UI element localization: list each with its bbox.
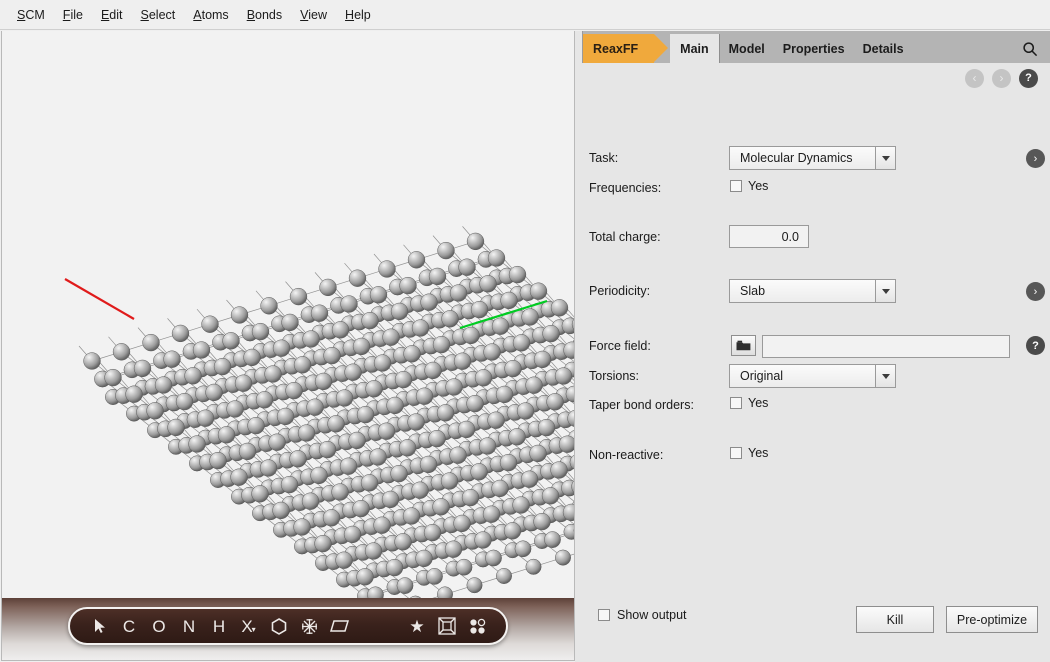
nav-back-button[interactable]: ‹ [965, 69, 984, 88]
periodicity-chevron-down-icon[interactable] [875, 280, 895, 302]
menu-item-view[interactable]: View [291, 5, 336, 25]
tab-model-label: Model [729, 42, 765, 56]
select-tool-icon[interactable] [84, 611, 114, 641]
non-reactive-checkbox[interactable]: Yes [730, 446, 768, 460]
hydrogen-tool-icon[interactable]: H [204, 611, 234, 641]
search-icon[interactable] [1010, 34, 1050, 63]
crystal-tool-icon[interactable] [294, 611, 324, 641]
atoms-view-tool-icon[interactable] [462, 611, 492, 641]
task-select[interactable]: Molecular Dynamics [729, 146, 896, 170]
favorite-tool-icon[interactable]: ★ [402, 611, 432, 641]
main-form: Task: Molecular Dynamics › Frequencies: … [578, 93, 1050, 618]
non-reactive-checkbox-label: Yes [748, 446, 768, 460]
oxygen-tool-icon[interactable]: O [144, 611, 174, 641]
taper-bond-orders-checkbox[interactable]: Yes [730, 396, 768, 410]
molecule-viewer[interactable]: Al576 C O N H X▾ [1, 31, 575, 661]
tab-properties-label: Properties [783, 42, 845, 56]
box-tool-icon[interactable] [432, 611, 462, 641]
menu-item-atoms[interactable]: Atoms [184, 5, 237, 25]
carbon-tool-icon[interactable]: C [114, 611, 144, 641]
periodicity-label: Periodicity: [589, 284, 650, 298]
show-output-checkbox-box[interactable] [598, 609, 610, 621]
task-value: Molecular Dynamics [730, 147, 875, 169]
menu-item-file[interactable]: File [54, 5, 92, 25]
panel-nav-bar: ‹ › ? [578, 63, 1050, 93]
tab-model[interactable]: Model [719, 34, 774, 63]
taper-bond-orders-checkbox-label: Yes [748, 396, 768, 410]
panel-footer: Show output Kill Pre-optimize [578, 588, 1050, 662]
task-label: Task: [589, 151, 618, 165]
module-tab-label: ReaxFF [593, 42, 638, 56]
reaxff-panel: ReaxFF Main Model Properties Details ‹ [578, 31, 1050, 662]
show-output-checkbox[interactable]: Show output [598, 608, 687, 622]
nitrogen-tool-icon[interactable]: N [174, 611, 204, 641]
tabbar-filler [913, 34, 1010, 63]
force-field-help-button[interactable]: ? [1026, 336, 1045, 355]
torsions-chevron-down-icon[interactable] [875, 365, 895, 387]
ring-tool-icon[interactable] [264, 611, 294, 641]
periodicity-more-button[interactable]: › [1026, 282, 1045, 301]
force-field-label: Force field: [589, 339, 651, 353]
force-field-input[interactable] [762, 335, 1010, 358]
viewer-toolbar-dock: C O N H X▾ [2, 598, 574, 660]
frequencies-checkbox-box[interactable] [730, 180, 742, 192]
force-field-browse-button[interactable] [731, 335, 756, 356]
periodicity-select[interactable]: Slab [729, 279, 896, 303]
taper-bond-orders-label: Taper bond orders: [589, 398, 694, 412]
show-output-label: Show output [617, 608, 687, 622]
pre-optimize-button[interactable]: Pre-optimize [946, 606, 1038, 633]
tab-main-label: Main [680, 42, 708, 56]
task-chevron-down-icon[interactable] [875, 147, 895, 169]
tab-bar: ReaxFF Main Model Properties Details [578, 31, 1050, 63]
non-reactive-checkbox-box[interactable] [730, 447, 742, 459]
frequencies-checkbox[interactable]: Yes [730, 179, 768, 193]
frequencies-label: Frequencies: [589, 181, 661, 195]
taper-bond-orders-checkbox-box[interactable] [730, 397, 742, 409]
tab-main[interactable]: Main [670, 34, 718, 63]
total-charge-value: 0.0 [782, 230, 799, 244]
task-more-button[interactable]: › [1026, 149, 1045, 168]
torsions-select[interactable]: Original [729, 364, 896, 388]
menu-item-scm[interactable]: SCM [8, 5, 54, 25]
kill-button[interactable]: Kill [856, 606, 934, 633]
menu-item-help[interactable]: Help [336, 5, 380, 25]
tab-details[interactable]: Details [854, 34, 913, 63]
element-picker-tool-icon[interactable]: X▾ [234, 611, 264, 641]
panel-help-button[interactable]: ? [1019, 69, 1038, 88]
tab-details-label: Details [863, 42, 904, 56]
atom-toolbar: C O N H X▾ [68, 607, 508, 645]
molecule-canvas[interactable] [2, 31, 574, 601]
frequencies-checkbox-label: Yes [748, 179, 768, 193]
total-charge-label: Total charge: [589, 230, 661, 244]
lattice-vector-a [65, 279, 134, 319]
tab-properties[interactable]: Properties [774, 34, 854, 63]
periodicity-value: Slab [730, 280, 875, 302]
total-charge-input[interactable]: 0.0 [729, 225, 809, 248]
menu-item-select[interactable]: Select [132, 5, 185, 25]
menu-bar: SCM File Edit Select Atoms Bonds View He… [0, 0, 1050, 30]
molecule-render [2, 31, 574, 601]
torsions-label: Torsions: [589, 369, 639, 383]
menu-item-bonds[interactable]: Bonds [238, 5, 291, 25]
menu-item-edit[interactable]: Edit [92, 5, 132, 25]
nav-forward-button[interactable]: › [992, 69, 1011, 88]
module-tab-reaxff[interactable]: ReaxFF [583, 34, 654, 63]
application-window: SCM File Edit Select Atoms Bonds View He… [0, 0, 1050, 662]
plane-tool-icon[interactable] [324, 611, 354, 641]
non-reactive-label: Non-reactive: [589, 448, 663, 462]
torsions-value: Original [730, 365, 875, 387]
